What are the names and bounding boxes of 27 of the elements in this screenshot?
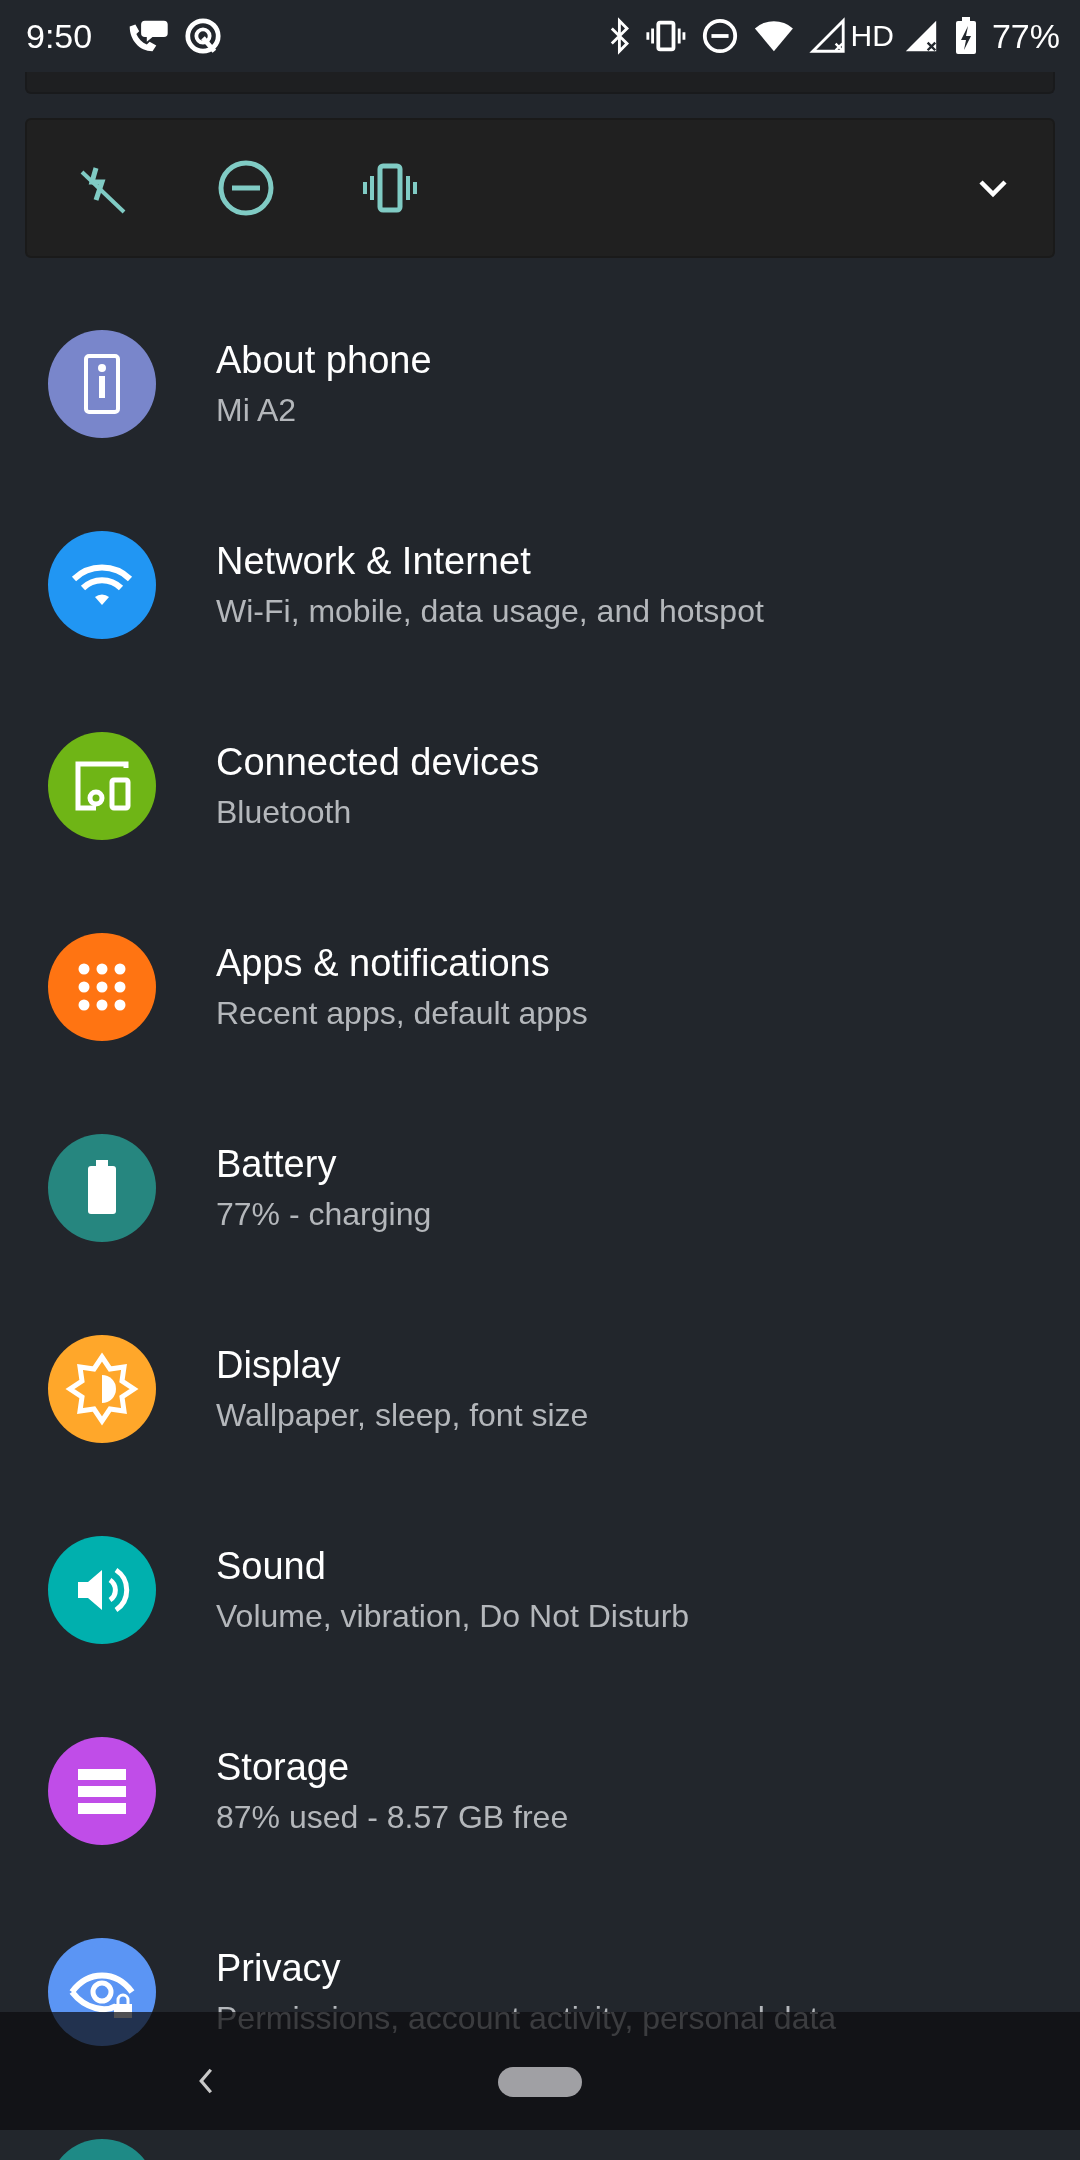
network-type-label: HD (850, 19, 894, 53)
setting-summary: Volume, vibration, Do Not Disturb (216, 1597, 690, 1635)
setting-title[interactable]: Privacy (216, 1946, 341, 1990)
setting-title[interactable]: Battery (216, 1142, 337, 1186)
setting-summary: Recent apps, default apps (216, 994, 588, 1032)
setting-title[interactable]: Connected devices (216, 740, 540, 784)
do-not-disturb-icon (700, 17, 739, 55)
setting-summary: Mi A2 (216, 391, 297, 429)
setting-title[interactable]: Sound (216, 1544, 326, 1588)
setting-summary: 87% used - 8.57 GB free (216, 1798, 569, 1836)
circle-logo-icon (183, 17, 222, 55)
setting-title[interactable]: About phone (216, 338, 432, 382)
signal-icon (808, 17, 847, 55)
home-pill[interactable] (498, 2067, 582, 2097)
setting-title[interactable]: Network & Internet (216, 539, 531, 583)
setting-summary: Bluetooth (216, 793, 352, 831)
setting-summary: 77% - charging (216, 1195, 432, 1233)
do-not-disturb-icon[interactable] (216, 158, 276, 218)
setting-title[interactable]: Display (216, 1343, 341, 1387)
battery-percent: 77% (991, 16, 1060, 56)
setting-title[interactable]: Apps & notifications (216, 941, 550, 985)
clock: 9:50 (26, 16, 93, 56)
bluetooth-icon (608, 17, 631, 55)
setting-title[interactable]: Storage (216, 1745, 350, 1789)
setting-summary: Wallpaper, sleep, font size (216, 1396, 589, 1434)
setting-summary: Wi-Fi, mobile, data usage, and hotspot (216, 592, 764, 630)
charging-battery-icon (953, 16, 978, 56)
